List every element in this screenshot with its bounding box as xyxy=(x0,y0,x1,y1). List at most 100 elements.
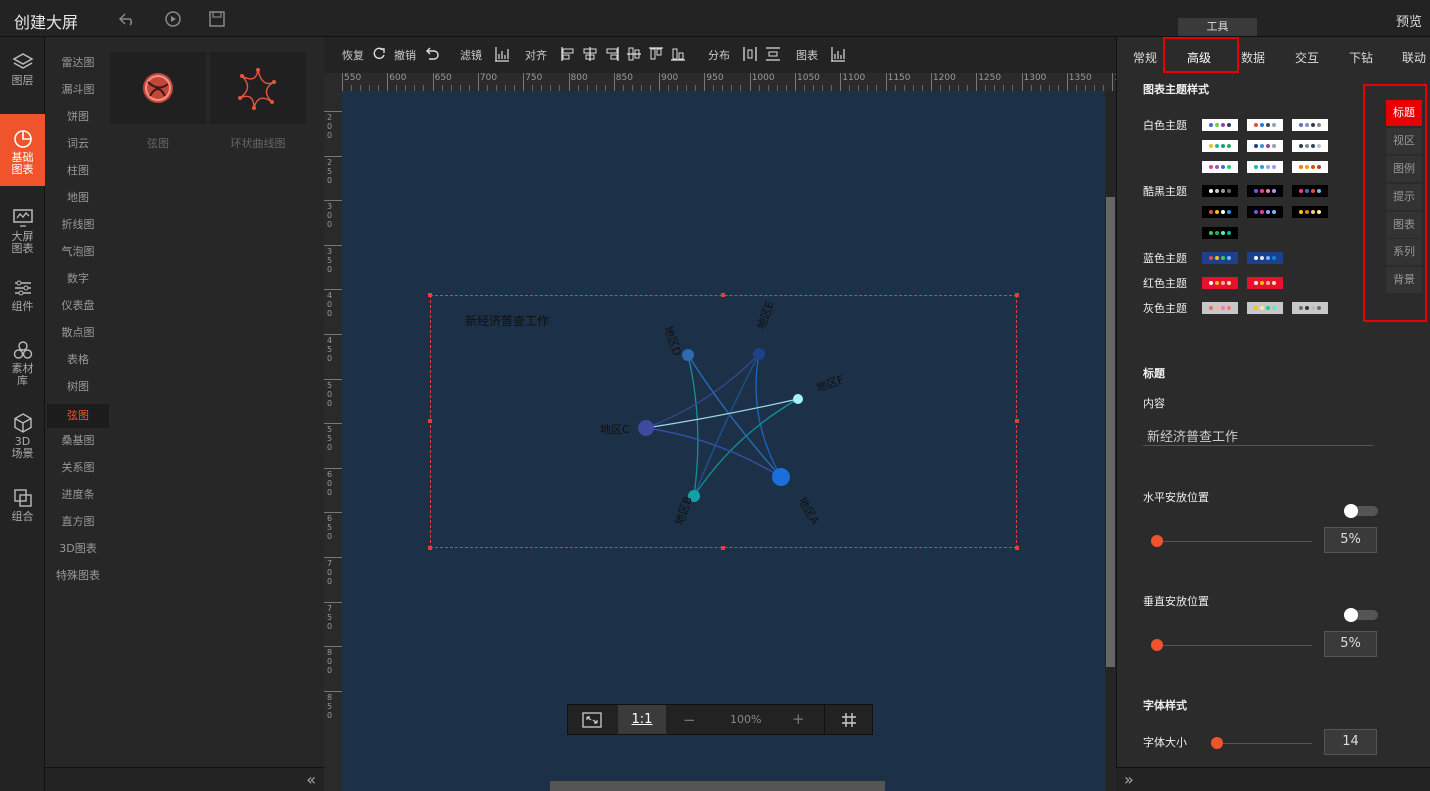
list-item[interactable]: 折线图 xyxy=(47,213,109,237)
theme-swatch[interactable] xyxy=(1202,161,1238,173)
nav-assets[interactable]: 素材 库 xyxy=(0,339,45,387)
theme-swatch[interactable] xyxy=(1247,140,1283,152)
list-item[interactable]: 柱图 xyxy=(47,159,109,183)
list-item[interactable]: 直方图 xyxy=(47,510,109,534)
nav-group[interactable]: 组合 xyxy=(0,487,45,523)
theme-swatch[interactable] xyxy=(1292,119,1328,131)
align-button[interactable]: 对齐 xyxy=(525,47,547,63)
list-item[interactable]: 词云 xyxy=(47,132,109,156)
save-icon[interactable] xyxy=(207,9,227,29)
tab-interaction[interactable]: 交互 xyxy=(1295,49,1319,66)
title-content-input[interactable]: 新经济普查工作 xyxy=(1143,426,1373,446)
chord-node[interactable] xyxy=(793,394,803,404)
resize-handle[interactable] xyxy=(1015,293,1019,297)
thumb-chord[interactable] xyxy=(110,52,206,124)
resize-handle[interactable] xyxy=(1015,419,1019,423)
undo-arrow-icon[interactable] xyxy=(424,46,440,62)
thumb-ring-curve[interactable] xyxy=(210,52,306,124)
nav-layers[interactable]: 图层 xyxy=(0,51,45,87)
h-pos-toggle[interactable] xyxy=(1344,504,1378,518)
horizontal-scrollbar-thumb[interactable] xyxy=(550,781,885,791)
list-item[interactable]: 表格 xyxy=(47,348,109,372)
theme-swatch[interactable] xyxy=(1247,302,1283,314)
filter-button[interactable]: 滤镜 xyxy=(460,47,482,63)
list-item[interactable]: 气泡图 xyxy=(47,240,109,264)
align-right-icon[interactable] xyxy=(604,46,620,62)
zoom-in-button[interactable]: + xyxy=(792,710,805,728)
tab-general[interactable]: 常规 xyxy=(1133,49,1157,66)
tab-drilldown[interactable]: 下钻 xyxy=(1349,49,1373,66)
redo-button[interactable]: 恢复 xyxy=(342,47,364,63)
align-middle-v-icon[interactable] xyxy=(626,46,642,62)
zoom-out-button[interactable]: − xyxy=(683,711,696,729)
list-item[interactable]: 进度条 xyxy=(47,483,109,507)
v-pos-toggle[interactable] xyxy=(1344,608,1378,622)
preview-link[interactable]: 预览 xyxy=(1396,11,1422,30)
distribute-h-icon[interactable] xyxy=(742,46,758,62)
tab-data[interactable]: 数据 xyxy=(1241,49,1265,66)
list-item[interactable]: 特殊图表 xyxy=(47,564,109,588)
collapse-right-icon[interactable]: » xyxy=(1124,770,1134,789)
theme-swatch[interactable] xyxy=(1202,140,1238,152)
grid-icon[interactable] xyxy=(841,712,857,728)
theme-swatch[interactable] xyxy=(1292,185,1328,197)
v-pos-input[interactable]: 5% xyxy=(1324,631,1377,657)
theme-swatch[interactable] xyxy=(1202,252,1238,264)
theme-swatch[interactable] xyxy=(1292,302,1328,314)
h-pos-input[interactable]: 5% xyxy=(1324,527,1377,553)
theme-swatch[interactable] xyxy=(1202,206,1238,218)
theme-swatch[interactable] xyxy=(1247,185,1283,197)
theme-swatch[interactable] xyxy=(1292,161,1328,173)
align-top-icon[interactable] xyxy=(648,46,664,62)
list-item[interactable]: 散点图 xyxy=(47,321,109,345)
ratio-1-1-button[interactable]: 1:1 xyxy=(618,705,666,734)
tab-linkage[interactable]: 联动 xyxy=(1402,49,1426,66)
chord-node[interactable] xyxy=(772,468,790,486)
v-pos-slider-track[interactable] xyxy=(1151,645,1312,646)
nav-screen-charts[interactable]: 大屏 图表 xyxy=(0,207,45,255)
nav-3d-scene[interactable]: 3D 场景 xyxy=(0,412,45,460)
theme-swatch[interactable] xyxy=(1202,302,1238,314)
filter-chart-icon[interactable] xyxy=(494,46,510,62)
theme-swatch[interactable] xyxy=(1247,161,1283,173)
theme-swatch[interactable] xyxy=(1292,140,1328,152)
chart-button[interactable]: 图表 xyxy=(796,47,818,63)
theme-swatch[interactable] xyxy=(1247,206,1283,218)
h-pos-slider-track[interactable] xyxy=(1151,541,1312,542)
theme-swatch[interactable] xyxy=(1247,252,1283,264)
theme-swatch[interactable] xyxy=(1202,119,1238,131)
resize-handle[interactable] xyxy=(428,419,432,423)
theme-swatch[interactable] xyxy=(1247,119,1283,131)
list-item[interactable]: 雷达图 xyxy=(47,51,109,75)
resize-handle[interactable] xyxy=(1015,546,1019,550)
redo-icon[interactable] xyxy=(371,46,387,62)
align-center-h-icon[interactable] xyxy=(582,46,598,62)
vertical-scrollbar-thumb[interactable] xyxy=(1106,197,1115,667)
align-bottom-icon[interactable] xyxy=(670,46,686,62)
undo-button[interactable]: 撤销 xyxy=(394,47,416,63)
fit-screen-icon[interactable] xyxy=(582,712,602,728)
distribute-button[interactable]: 分布 xyxy=(708,47,730,63)
resize-handle[interactable] xyxy=(428,293,432,297)
list-item[interactable]: 3D图表 xyxy=(47,537,109,561)
list-item[interactable]: 桑基图 xyxy=(47,429,109,453)
undo-icon[interactable] xyxy=(117,9,137,29)
font-size-input[interactable]: 14 xyxy=(1324,729,1377,755)
nav-basic-charts[interactable]: 基础 图表 xyxy=(0,114,45,186)
font-size-slider-knob[interactable] xyxy=(1211,737,1223,749)
list-item[interactable]: 漏斗图 xyxy=(47,78,109,102)
resize-handle[interactable] xyxy=(721,293,725,297)
play-icon[interactable] xyxy=(163,9,183,29)
nav-components[interactable]: 组件 xyxy=(0,277,45,313)
h-pos-slider-knob[interactable] xyxy=(1151,535,1163,547)
theme-swatch[interactable] xyxy=(1202,185,1238,197)
chord-node[interactable] xyxy=(753,348,765,360)
theme-swatch[interactable] xyxy=(1247,277,1283,289)
distribute-v-icon[interactable] xyxy=(765,46,781,62)
align-left-icon[interactable] xyxy=(560,46,576,62)
list-item[interactable]: 饼图 xyxy=(47,105,109,129)
resize-handle[interactable] xyxy=(428,546,432,550)
list-item[interactable]: 关系图 xyxy=(47,456,109,480)
font-size-slider-track[interactable] xyxy=(1212,743,1312,744)
theme-swatch[interactable] xyxy=(1202,277,1238,289)
